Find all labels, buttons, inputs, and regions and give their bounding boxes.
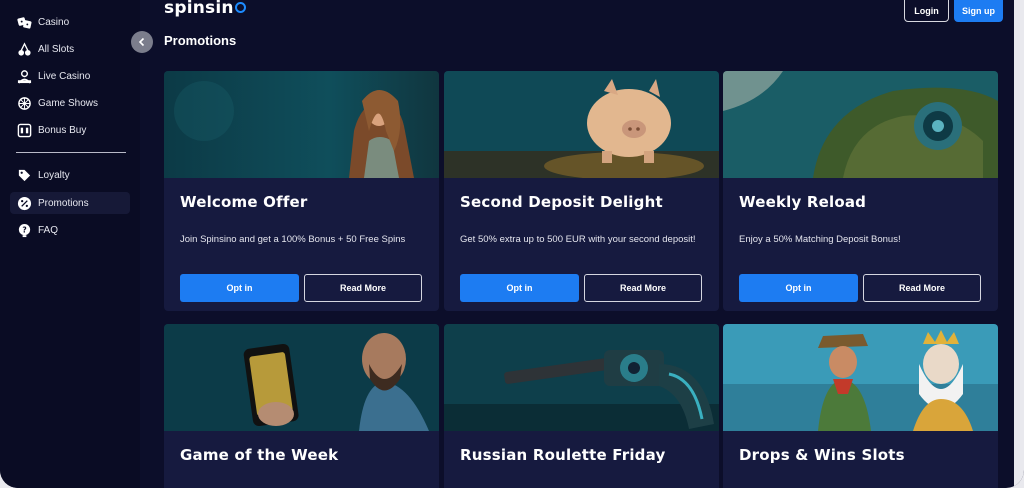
percent-icon [16,195,32,211]
wheel-icon [16,95,32,111]
back-button[interactable] [131,31,153,53]
opt-in-button[interactable]: Opt in [180,274,299,302]
promo-image-piggy-bank [444,71,719,178]
logo-o-icon [234,2,246,13]
sidebar-item-promotions[interactable]: Promotions [10,192,130,214]
sidebar-item-label: Loyalty [38,169,70,181]
promo-title: Drops & Wins Slots [739,446,905,464]
sidebar-item-label: Game Shows [38,97,99,109]
promo-image-drops-wins [723,324,998,431]
promo-description: Enjoy a 50% Matching Deposit Bonus! [739,234,901,245]
sidebar-item-game-shows[interactable]: Game Shows [10,92,130,114]
slot-machine-icon [16,122,32,138]
opt-in-button[interactable]: Opt in [739,274,858,302]
help-icon: ? [16,222,32,238]
sidebar-item-casino[interactable]: Casino [10,11,130,33]
promo-image-welcome [164,71,439,178]
opt-in-button[interactable]: Opt in [460,274,579,302]
sidebar-item-label: Bonus Buy [38,124,87,136]
promo-title: Second Deposit Delight [460,193,663,211]
promo-title: Game of the Week [180,446,339,464]
read-more-button[interactable]: Read More [304,274,422,302]
promo-description: Get 50% extra up to 500 EUR with your se… [460,234,696,245]
sidebar-item-live-casino[interactable]: Live Casino [10,65,130,87]
cherries-icon [16,41,32,57]
promo-card: Second Deposit Delight Get 50% extra up … [444,71,719,311]
sidebar-item-loyalty[interactable]: Loyalty [10,164,130,186]
tag-icon [16,167,32,183]
promo-title: Russian Roulette Friday [460,446,666,464]
page-title: Promotions [164,33,237,48]
promo-card: Russian Roulette Friday [444,324,719,488]
promo-description: Join Spinsino and get a 100% Bonus + 50 … [180,234,406,245]
sidebar: Casino All Slots Live Casino Game Shows … [0,0,140,488]
promo-title: Weekly Reload [739,193,867,211]
sidebar-item-label: All Slots [38,43,75,55]
app-window: Casino All Slots Live Casino Game Shows … [0,0,1024,488]
promo-title: Welcome Offer [180,193,308,211]
sidebar-item-all-slots[interactable]: All Slots [10,38,130,60]
promo-card: Weekly Reload Enjoy a 50% Matching Depos… [723,71,998,311]
chevron-left-icon [138,37,145,47]
sidebar-divider [16,152,126,153]
login-button[interactable]: Login [904,0,949,22]
sidebar-item-bonus-buy[interactable]: Bonus Buy [10,119,130,141]
promo-card: Game of the Week [164,324,439,488]
dealer-icon [16,68,32,84]
svg-text:?: ? [22,225,26,234]
sidebar-item-faq[interactable]: ? FAQ [10,219,130,241]
promo-image-revolver [444,324,719,431]
promo-image-island [723,71,998,178]
read-more-button[interactable]: Read More [584,274,702,302]
dice-icon [16,14,32,30]
sidebar-item-label: Promotions [38,197,89,209]
brand-logo[interactable]: spinsin [164,0,246,18]
sidebar-item-label: Casino [38,16,70,28]
promo-card: Welcome Offer Join Spinsino and get a 10… [164,71,439,311]
sidebar-item-label: Live Casino [38,70,91,82]
signup-button[interactable]: Sign up [954,0,1003,22]
read-more-button[interactable]: Read More [863,274,981,302]
promo-image-game-of-week [164,324,439,431]
promo-card: Drops & Wins Slots [723,324,998,488]
sidebar-item-label: FAQ [38,224,59,236]
